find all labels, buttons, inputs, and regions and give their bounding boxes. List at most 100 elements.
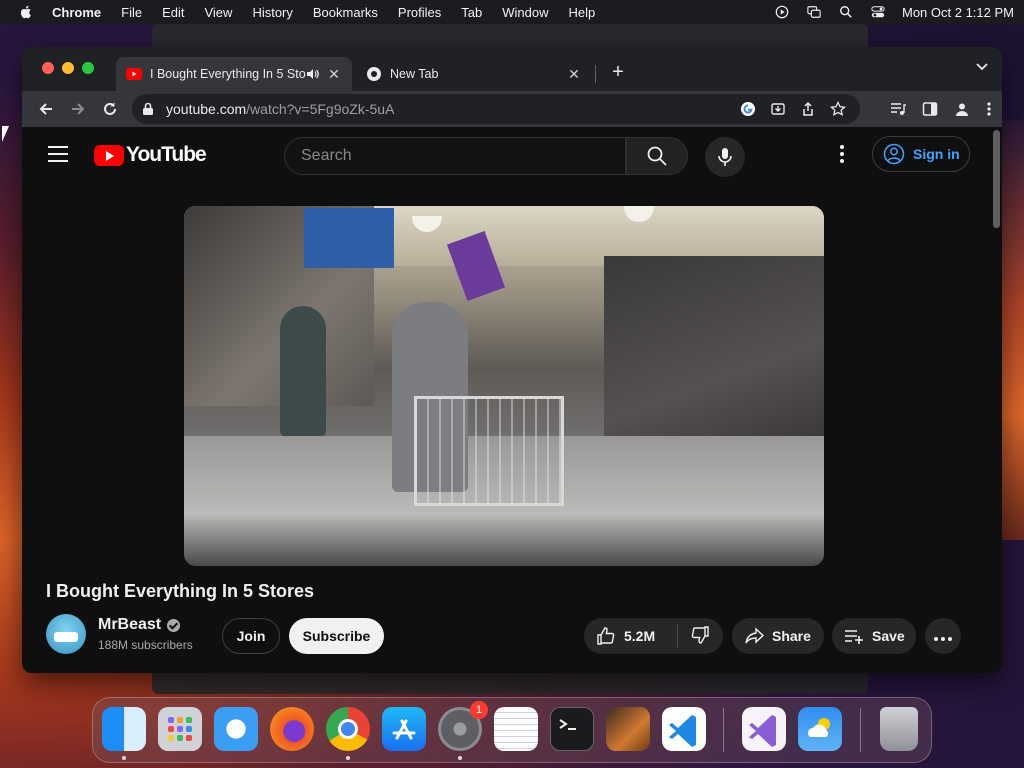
playlist-add-icon bbox=[845, 630, 863, 644]
side-panel-icon[interactable] bbox=[922, 101, 938, 117]
scrollbar-thumb[interactable] bbox=[993, 130, 1000, 228]
chrome-window: I Bought Everything In 5 Stores ✕ New Ta… bbox=[22, 47, 1002, 673]
close-tab-icon[interactable]: ✕ bbox=[326, 66, 342, 83]
youtube-logo[interactable]: YouTube bbox=[94, 143, 207, 167]
subscribe-button[interactable]: Subscribe bbox=[289, 618, 384, 654]
close-tab-icon[interactable]: ✕ bbox=[566, 66, 582, 83]
chrome-icon[interactable] bbox=[326, 707, 370, 751]
new-tab-button[interactable]: + bbox=[608, 61, 628, 84]
url-host: youtube.com bbox=[166, 101, 247, 117]
weather-icon[interactable] bbox=[798, 707, 842, 751]
like-count: 5.2M bbox=[624, 628, 656, 644]
share-button[interactable]: Share bbox=[732, 618, 824, 654]
menu-bookmarks[interactable]: Bookmarks bbox=[313, 5, 378, 20]
browser-toolbar: youtube.com/watch?v=5Fg9oZk-5uA bbox=[22, 91, 1002, 127]
chrome-favicon-icon bbox=[367, 67, 381, 81]
profile-avatar-icon[interactable] bbox=[954, 101, 970, 117]
control-center-icon[interactable] bbox=[870, 5, 886, 19]
share-label: Share bbox=[772, 628, 811, 644]
menu-tab[interactable]: Tab bbox=[461, 5, 482, 20]
video-player[interactable] bbox=[184, 206, 824, 566]
thumbs-down-icon bbox=[691, 625, 709, 644]
menu-app-name[interactable]: Chrome bbox=[52, 5, 101, 20]
screen-mirroring-icon[interactable] bbox=[806, 5, 822, 19]
launchpad-icon[interactable] bbox=[158, 707, 202, 751]
spotlight-search-icon[interactable] bbox=[838, 5, 854, 19]
lock-icon[interactable] bbox=[142, 102, 154, 116]
menu-bar: Chrome File Edit View History Bookmarks … bbox=[0, 0, 1024, 24]
youtube-wordmark: YouTube bbox=[126, 143, 207, 166]
minimize-window-button[interactable] bbox=[62, 62, 74, 74]
chrome-menu-icon[interactable] bbox=[986, 101, 992, 117]
video-frame-cart bbox=[414, 396, 564, 506]
dock-divider bbox=[860, 708, 861, 752]
save-button[interactable]: Save bbox=[832, 618, 916, 654]
apple-menu-icon[interactable] bbox=[18, 4, 34, 20]
search-input[interactable]: Search bbox=[284, 137, 626, 175]
menu-bar-clock[interactable]: Mon Oct 2 1:12 PM bbox=[902, 5, 1014, 20]
menu-profiles[interactable]: Profiles bbox=[398, 5, 441, 20]
sign-in-button[interactable]: Sign in bbox=[872, 136, 970, 172]
close-window-button[interactable] bbox=[42, 62, 54, 74]
channel-avatar[interactable] bbox=[46, 614, 86, 654]
guide-menu-icon[interactable] bbox=[48, 146, 68, 167]
menu-help[interactable]: Help bbox=[569, 5, 596, 20]
firefox-icon[interactable] bbox=[270, 707, 314, 751]
voice-search-button[interactable] bbox=[705, 137, 745, 177]
menu-edit[interactable]: Edit bbox=[162, 5, 184, 20]
trash-icon[interactable] bbox=[880, 707, 918, 751]
more-horizontal-icon bbox=[933, 628, 954, 644]
textedit-icon[interactable] bbox=[494, 707, 538, 751]
back-arrow-icon[interactable] bbox=[30, 101, 62, 117]
terminal-icon[interactable] bbox=[550, 707, 594, 751]
running-indicator bbox=[458, 756, 462, 760]
reload-icon[interactable] bbox=[94, 101, 126, 117]
like-button[interactable]: 5.2M bbox=[584, 624, 678, 648]
share-page-icon[interactable] bbox=[800, 101, 816, 117]
bookmark-star-icon[interactable] bbox=[830, 101, 846, 117]
google-lens-icon[interactable] bbox=[740, 101, 756, 117]
tab-divider bbox=[595, 65, 596, 83]
like-dislike-group: 5.2M bbox=[584, 618, 723, 654]
tab-new-tab[interactable]: New Tab ✕ bbox=[356, 57, 592, 91]
verified-badge-icon bbox=[167, 618, 181, 632]
zoom-window-button[interactable] bbox=[82, 62, 94, 74]
tab-youtube[interactable]: I Bought Everything In 5 Stores ✕ bbox=[116, 57, 352, 91]
sign-in-label: Sign in bbox=[913, 146, 960, 162]
search-button[interactable] bbox=[626, 137, 688, 175]
video-frame-wall bbox=[304, 208, 394, 268]
tab-search-chevron-icon[interactable] bbox=[976, 63, 988, 71]
app-store-icon[interactable] bbox=[382, 707, 426, 751]
dislike-button[interactable] bbox=[678, 625, 710, 648]
install-app-icon[interactable] bbox=[770, 101, 786, 117]
account-circle-icon bbox=[883, 143, 905, 165]
mouse-cursor-icon bbox=[2, 126, 9, 142]
channel-name-row[interactable]: MrBeast bbox=[98, 616, 181, 634]
join-button[interactable]: Join bbox=[222, 618, 280, 654]
page-scrollbar[interactable] bbox=[990, 127, 1002, 673]
share-arrow-icon bbox=[745, 627, 764, 644]
menu-window[interactable]: Window bbox=[502, 5, 548, 20]
running-indicator bbox=[122, 756, 126, 760]
forward-arrow-icon[interactable] bbox=[62, 101, 94, 117]
menu-history[interactable]: History bbox=[252, 5, 292, 20]
media-controls-icon[interactable] bbox=[890, 101, 906, 117]
menu-view[interactable]: View bbox=[204, 5, 232, 20]
menu-file[interactable]: File bbox=[121, 5, 142, 20]
more-actions-button[interactable] bbox=[925, 618, 961, 654]
garageband-icon[interactable] bbox=[606, 707, 650, 751]
tab-title: I Bought Everything In 5 Stores bbox=[150, 67, 306, 81]
media-play-icon[interactable] bbox=[774, 5, 790, 19]
dock: 1 bbox=[92, 697, 932, 763]
vscode-icon[interactable] bbox=[662, 707, 706, 751]
settings-kebab-icon[interactable] bbox=[840, 145, 846, 166]
running-indicator bbox=[346, 756, 350, 760]
tab-strip: I Bought Everything In 5 Stores ✕ New Ta… bbox=[22, 47, 1002, 91]
tab-audio-icon[interactable] bbox=[306, 68, 320, 80]
channel-name[interactable]: MrBeast bbox=[98, 616, 161, 634]
dock-divider bbox=[723, 708, 724, 752]
visual-studio-icon[interactable] bbox=[742, 707, 786, 751]
finder-icon[interactable] bbox=[102, 707, 146, 751]
safari-icon[interactable] bbox=[214, 707, 258, 751]
address-bar[interactable]: youtube.com/watch?v=5Fg9oZk-5uA bbox=[132, 94, 860, 124]
